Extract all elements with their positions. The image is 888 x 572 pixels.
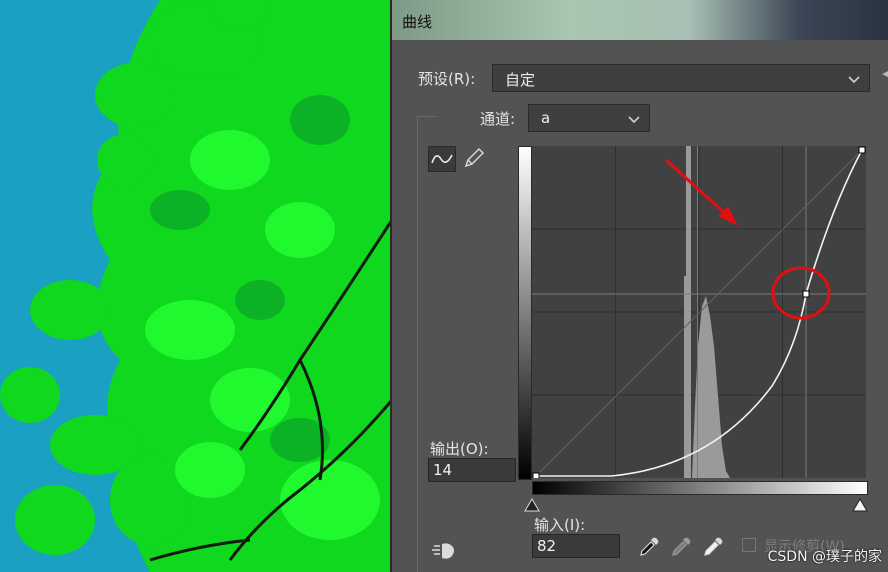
hand-pointer-icon[interactable] (430, 540, 458, 562)
curve-point-selected[interactable] (802, 290, 810, 298)
curves-canvas[interactable] (532, 146, 866, 478)
chevron-down-icon (628, 116, 640, 124)
photo-preview (0, 0, 392, 572)
group-frame-top (417, 116, 437, 117)
title-bar[interactable]: 曲线 (392, 0, 888, 40)
eyedropper-white-icon[interactable] (702, 536, 724, 558)
curve-tool-icon (431, 154, 453, 164)
annotation-circle (771, 266, 831, 320)
preset-value: 自定 (505, 71, 536, 89)
preset-label: 预设(R): (418, 70, 476, 88)
dialog-title: 曲线 (402, 13, 433, 31)
output-label: 输出(O): (430, 440, 489, 458)
show-clipping-checkbox[interactable] (742, 538, 756, 552)
channel-select[interactable]: a (528, 104, 650, 132)
eyedropper-black-icon[interactable] (638, 536, 660, 558)
input-field[interactable]: 82 (532, 534, 620, 558)
curve-point-black[interactable] (532, 472, 540, 478)
output-value: 14 (433, 461, 453, 479)
output-gradient-bar (518, 146, 532, 480)
white-point-slider[interactable] (852, 498, 868, 512)
preset-select[interactable]: 自定 (492, 64, 870, 92)
input-value: 82 (537, 537, 557, 555)
curves-dialog: 曲线 预设(R): 自定 ◂ 通道: a 输出(O): 14 输入(I): 82… (390, 0, 888, 572)
input-gradient-bar (532, 481, 868, 495)
group-frame-left (417, 116, 418, 572)
input-label: 输入(I): (534, 516, 586, 534)
black-point-slider[interactable] (524, 498, 540, 512)
chevron-down-icon (848, 76, 860, 84)
curves-graph[interactable] (532, 146, 866, 478)
csdn-watermark: CSDN @璞子的家 (767, 549, 882, 565)
pencil-tool-button[interactable] (460, 146, 488, 172)
channel-label: 通道: (480, 110, 516, 128)
eyedropper-gray-icon[interactable] (670, 536, 692, 558)
output-field[interactable]: 14 (428, 458, 516, 482)
channel-value: a (541, 109, 551, 127)
pencil-icon (464, 148, 484, 168)
preset-options-icon[interactable]: ◂ (882, 64, 888, 82)
curve-tool-button[interactable] (428, 146, 456, 172)
curve-point-white[interactable] (858, 146, 866, 154)
